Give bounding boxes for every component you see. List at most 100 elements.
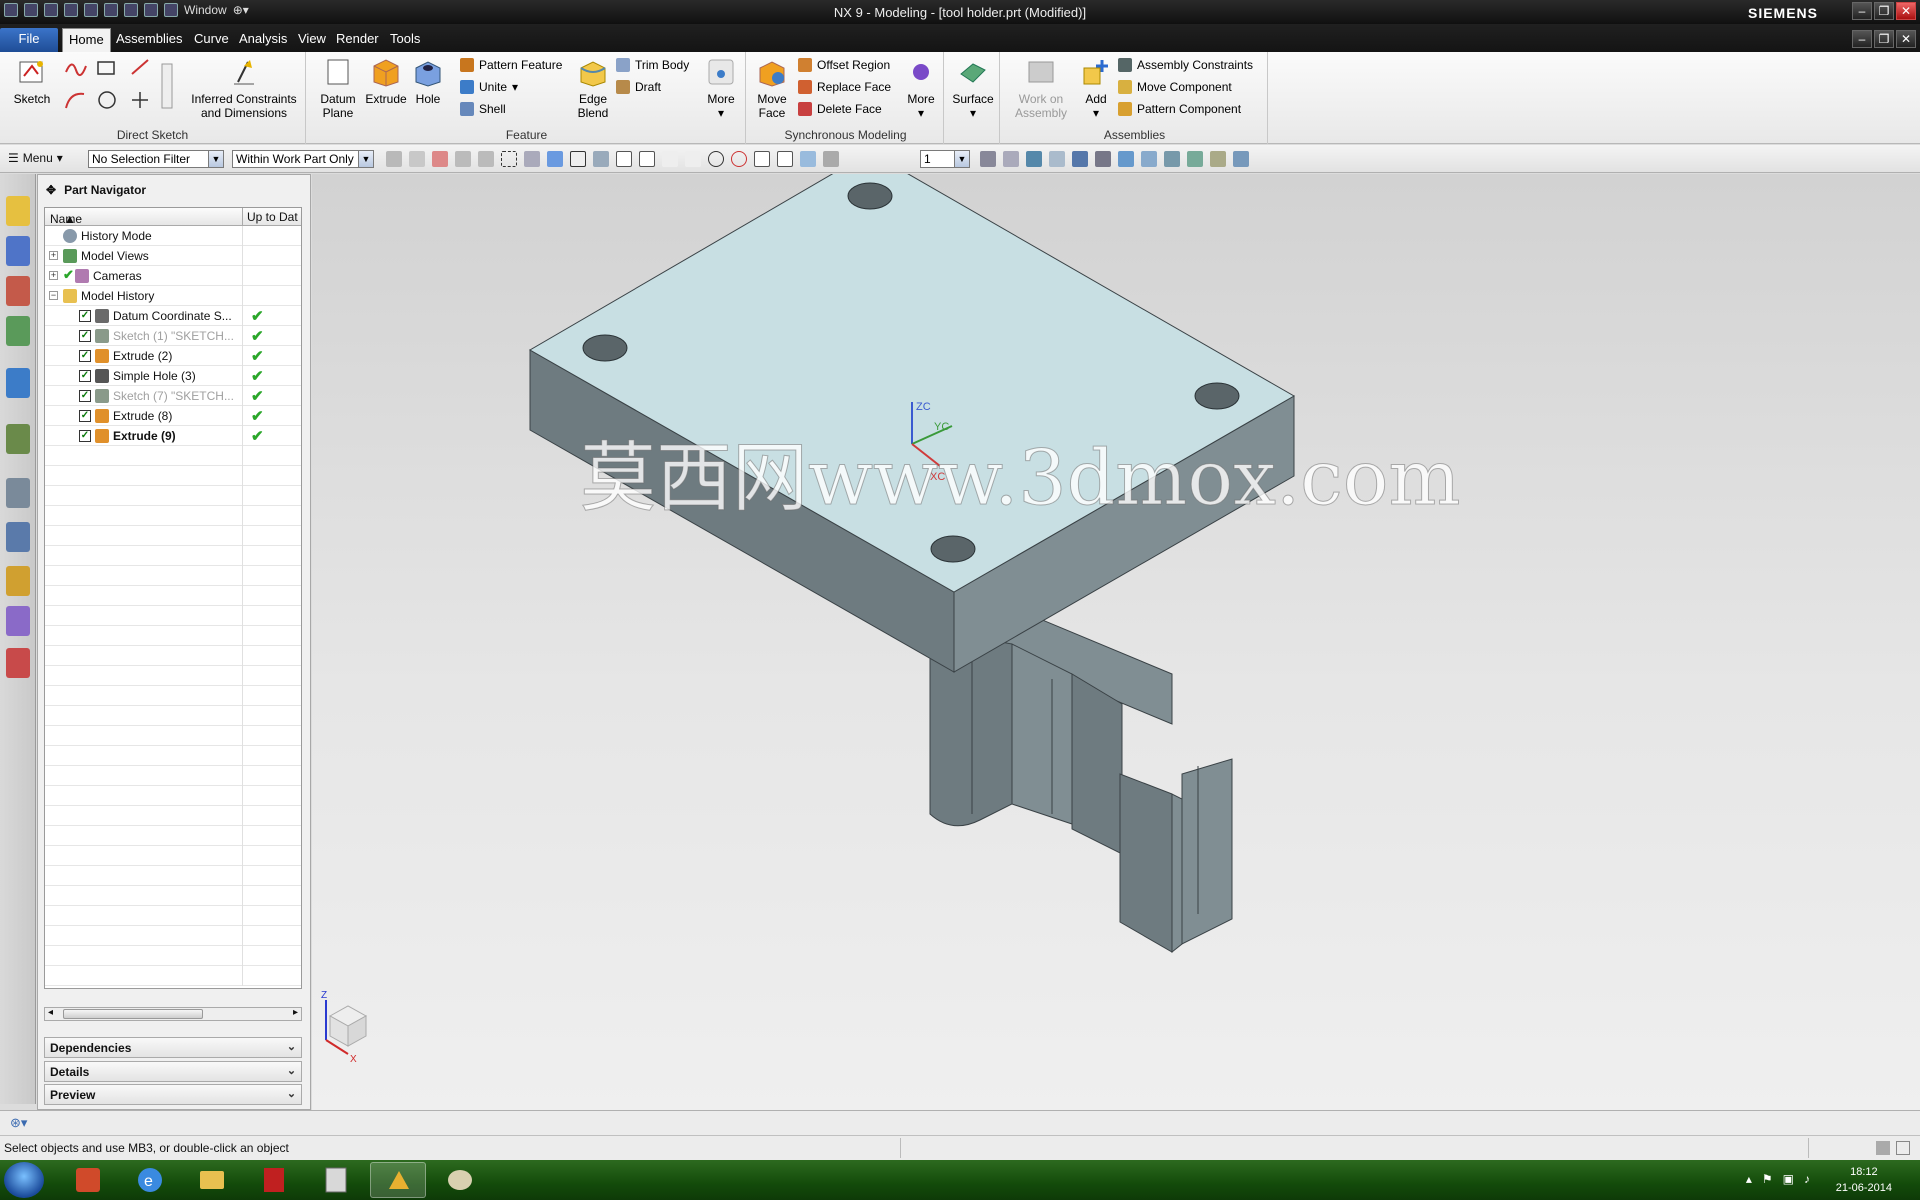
restore-button[interactable]: ❐ xyxy=(1874,2,1894,20)
tree-row[interactable]: ✓ Extrude (8) ✔ xyxy=(45,406,301,426)
reuse-library-icon[interactable] xyxy=(6,316,30,346)
history-icon[interactable] xyxy=(6,478,30,508)
taskbar-folder-icon[interactable] xyxy=(184,1162,240,1198)
model-view[interactable]: ZC YC XC 莫西网www.3dmox.com Z X xyxy=(312,174,1920,1110)
graphics-window[interactable]: ZC YC XC 莫西网www.3dmox.com Z X xyxy=(312,174,1920,1110)
fit-icon[interactable] xyxy=(980,151,996,167)
status-toggle-icon[interactable] xyxy=(1876,1141,1890,1155)
tree-row[interactable]: ✓ Sketch (1) "SKETCH... ✔ xyxy=(45,326,301,346)
visibility-checkbox[interactable]: ✓ xyxy=(79,330,91,342)
roles-icon[interactable] xyxy=(6,606,30,636)
tree-row[interactable]: ✓ Extrude (9) ✔ xyxy=(45,426,301,446)
tab-file[interactable]: File xyxy=(0,28,58,52)
body-select-icon[interactable] xyxy=(547,151,563,167)
tree-row[interactable]: ✓ Simple Hole (3) ✔ xyxy=(45,366,301,386)
visibility-checkbox[interactable]: ✓ xyxy=(79,310,91,322)
rectangle-select-icon[interactable] xyxy=(501,151,517,167)
unite-dropdown-icon[interactable]: ▾ xyxy=(512,80,518,94)
visibility-checkbox[interactable]: ✓ xyxy=(79,430,91,442)
minimize-button[interactable]: – xyxy=(1852,2,1872,20)
tree-row[interactable]: ✓ Datum Coordinate S... ✔ xyxy=(45,306,301,326)
replace-face-button[interactable]: Replace Face xyxy=(798,78,891,96)
manufacturing-wizards-icon[interactable] xyxy=(6,566,30,596)
extrude-button[interactable]: Extrude xyxy=(364,56,408,106)
menu-button[interactable]: ☰ Menu ▾ xyxy=(8,151,63,165)
status-grid-icon[interactable] xyxy=(1896,1141,1910,1155)
select-all-icon[interactable] xyxy=(432,151,448,167)
tab-view[interactable]: View xyxy=(292,28,332,52)
clip-icon[interactable] xyxy=(1187,151,1203,167)
tree-row[interactable]: ✓ Extrude (2) ✔ xyxy=(45,346,301,366)
draft-button[interactable]: Draft xyxy=(616,78,661,96)
endpoint-snap-icon[interactable] xyxy=(616,151,632,167)
reset-filter-icon[interactable] xyxy=(455,151,471,167)
measure-icon[interactable] xyxy=(1210,151,1226,167)
tree-row[interactable]: + Model Views xyxy=(45,246,301,266)
pin-icon[interactable]: ✥ xyxy=(46,183,56,197)
tree-row[interactable]: History Mode xyxy=(45,226,301,246)
pattern-component-button[interactable]: Pattern Component xyxy=(1118,100,1241,118)
work-on-assembly-button[interactable]: Work on Assembly xyxy=(1006,56,1076,120)
edge-blend-button[interactable]: Edge Blend xyxy=(570,56,616,120)
tree-row[interactable]: + ✔ Cameras xyxy=(45,266,301,286)
surface-button[interactable]: Surface ▾ xyxy=(950,56,996,120)
close-button[interactable]: ✕ xyxy=(1896,2,1916,20)
system-scenes-icon[interactable] xyxy=(6,648,30,678)
rotate-icon[interactable] xyxy=(1026,151,1042,167)
unite-button[interactable]: Unite ▾ xyxy=(460,78,518,96)
network-icon[interactable]: ▣ xyxy=(1783,1172,1794,1186)
midpoint-snap-icon[interactable] xyxy=(639,151,655,167)
delete-face-button[interactable]: Delete Face xyxy=(798,100,882,118)
start-button[interactable] xyxy=(4,1162,44,1198)
point-on-face-icon[interactable] xyxy=(800,151,816,167)
sketch-button[interactable]: Sketch xyxy=(8,56,56,106)
background-icon[interactable] xyxy=(1141,151,1157,167)
expand-icon[interactable]: + xyxy=(49,251,58,260)
doc-minimize-button[interactable]: – xyxy=(1852,30,1872,48)
visibility-checkbox[interactable]: ✓ xyxy=(79,390,91,402)
process-studio-icon[interactable] xyxy=(6,522,30,552)
selection-filter-select[interactable]: No Selection Filter ▼ xyxy=(88,150,224,168)
move-face-button[interactable]: Move Face xyxy=(752,56,792,120)
pattern-feature-button[interactable]: Pattern Feature xyxy=(460,56,562,74)
volume-icon[interactable]: ♪ xyxy=(1804,1172,1810,1186)
selection-options-icon[interactable]: ⊛▾ xyxy=(10,1115,27,1131)
inferred-constraints-button[interactable]: Inferred Constraints and Dimensions xyxy=(184,56,304,120)
tab-tools[interactable]: Tools xyxy=(384,28,426,52)
navigator-scrollbar[interactable]: ◂ ▸ xyxy=(44,1007,302,1021)
hd3d-tools-icon[interactable] xyxy=(6,368,30,398)
part-navigator-icon[interactable] xyxy=(6,276,30,306)
snap-settings-icon[interactable] xyxy=(593,151,609,167)
visibility-checkbox[interactable]: ✓ xyxy=(79,350,91,362)
taskbar-nx-icon[interactable] xyxy=(370,1162,426,1198)
preview-panel[interactable]: Preview ⌄ xyxy=(44,1084,302,1105)
snap-point-icon[interactable] xyxy=(570,151,586,167)
taskbar-explorer-icon[interactable] xyxy=(60,1162,116,1198)
doc-close-button[interactable]: ✕ xyxy=(1896,30,1916,48)
quadrant-snap-icon[interactable] xyxy=(731,151,747,167)
tab-home[interactable]: Home xyxy=(62,28,111,52)
scrollbar-thumb[interactable] xyxy=(63,1009,203,1019)
hole-button[interactable]: Hole xyxy=(410,56,446,106)
dependencies-panel[interactable]: Dependencies ⌄ xyxy=(44,1037,302,1058)
selection-scope-select[interactable]: Within Work Part Only ▼ xyxy=(232,150,374,168)
section-icon[interactable] xyxy=(1164,151,1180,167)
taskbar-paint-icon[interactable] xyxy=(432,1162,488,1198)
render-style-icon[interactable] xyxy=(1095,151,1111,167)
lasso-icon[interactable] xyxy=(478,151,494,167)
point-on-curve-icon[interactable] xyxy=(777,151,793,167)
work-layer-select[interactable]: 1 ▼ xyxy=(920,150,970,168)
shaded-icon[interactable] xyxy=(1118,151,1134,167)
taskbar-calculator-icon[interactable] xyxy=(308,1162,364,1198)
taskbar-clock[interactable]: 18:12 21-06-2014 xyxy=(1836,1164,1892,1196)
taskbar-ie-icon[interactable]: e xyxy=(122,1162,178,1198)
scroll-left-icon[interactable]: ◂ xyxy=(48,1007,53,1018)
existing-point-icon[interactable] xyxy=(754,151,770,167)
arc-center-snap-icon[interactable] xyxy=(708,151,724,167)
intersection-snap-icon[interactable] xyxy=(685,151,701,167)
bounded-grid-icon[interactable] xyxy=(823,151,839,167)
feature-select-icon[interactable] xyxy=(524,151,540,167)
tab-analysis[interactable]: Analysis xyxy=(233,28,293,52)
pan-icon[interactable] xyxy=(1049,151,1065,167)
sync-more-button[interactable]: More ▾ xyxy=(902,56,940,120)
